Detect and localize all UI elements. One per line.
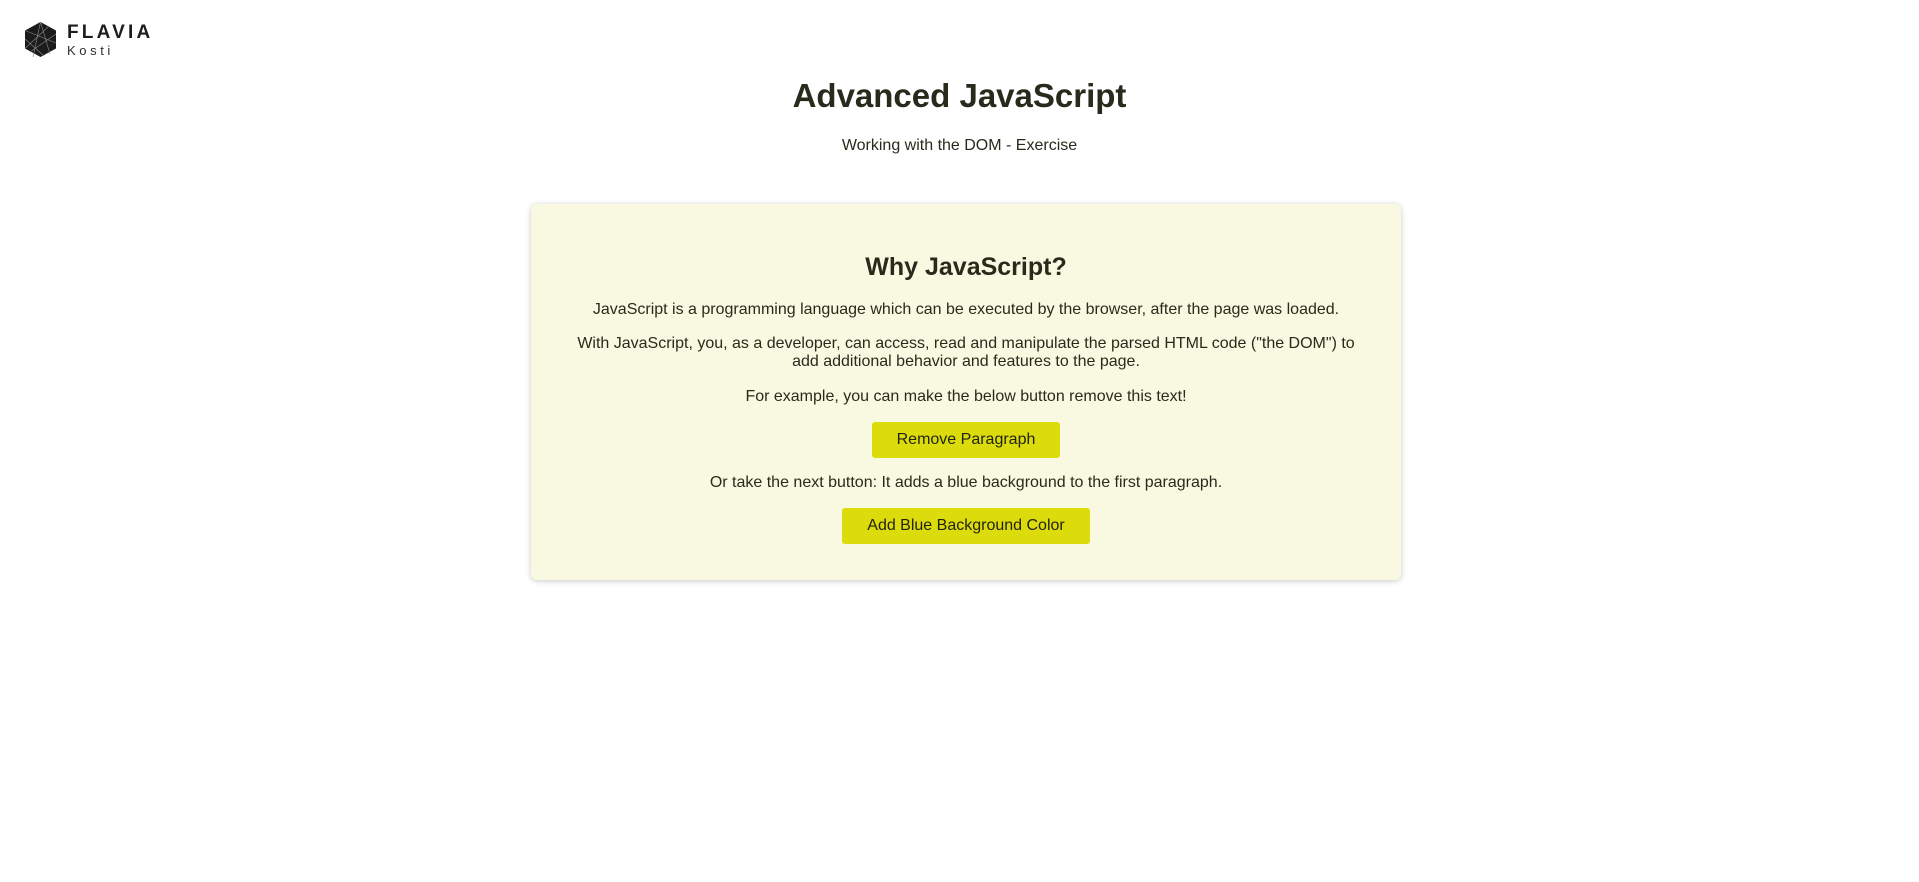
- brand-name: FLAVIA: [67, 21, 154, 43]
- page-subtitle: Working with the DOM - Exercise: [841, 137, 1078, 154]
- card-title: Why JavaScript?: [865, 253, 1067, 281]
- brand-logo-link[interactable]: FLAVIA Kosti: [24, 21, 153, 58]
- second-paragraph: With JavaScript, you, as a developer, ca…: [577, 334, 1355, 371]
- remove-paragraph-button[interactable]: Remove Paragraph: [871, 422, 1061, 459]
- content-card: Why JavaScript? JavaScript is a programm…: [531, 204, 1401, 580]
- brand-subname: Kosti: [67, 42, 114, 58]
- brand-text: FLAVIA Kosti: [67, 23, 153, 57]
- first-paragraph: JavaScript is a programming language whi…: [592, 300, 1340, 318]
- fourth-paragraph: Or take the next button: It adds a blue …: [709, 474, 1223, 492]
- add-blue-background-button[interactable]: Add Blue Background Color: [842, 508, 1090, 545]
- third-paragraph: For example, you can make the below butt…: [745, 387, 1187, 405]
- page-title: Advanced JavaScript: [792, 77, 1127, 114]
- hexagon-logo-icon: [24, 21, 57, 58]
